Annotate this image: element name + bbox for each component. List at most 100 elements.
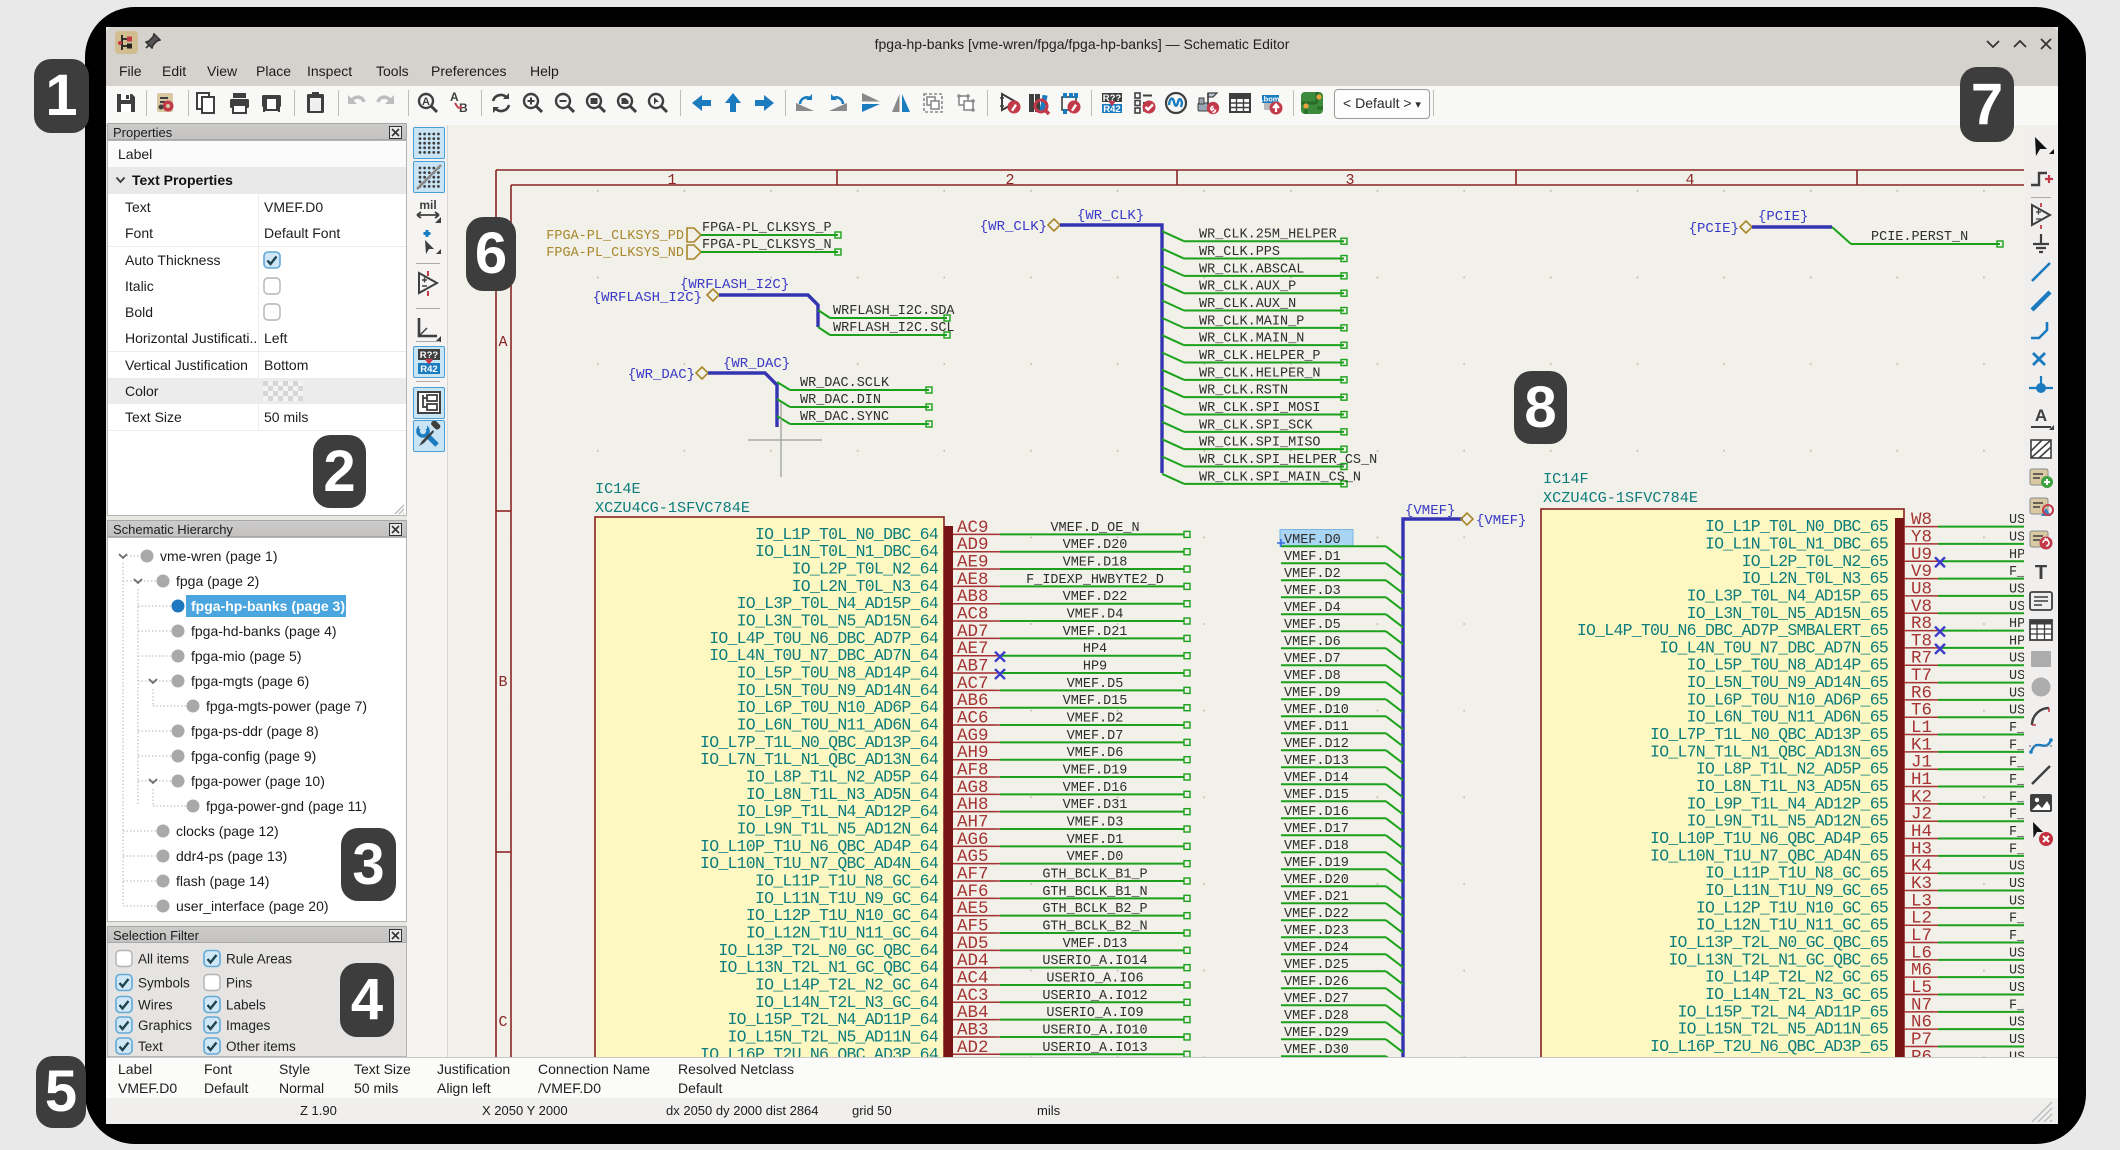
svg-text:USERIO_A.IO10: USERIO_A.IO10 [1042,1023,1147,1038]
svg-text:VMEF.D21: VMEF.D21 [1284,890,1349,905]
svg-text:F_: F_ [2009,842,2024,857]
svg-text:vme-wren (page 1): vme-wren (page 1) [160,548,278,564]
svg-text:Symbols: Symbols [138,976,190,991]
svg-text:Wires: Wires [138,998,173,1013]
svg-text:VMEF.D11: VMEF.D11 [1284,720,1349,735]
svg-text:VMEF.D5: VMEF.D5 [1067,677,1124,692]
svg-text:IO_L12P_T1U_N10_GC_64: IO_L12P_T1U_N10_GC_64 [746,906,939,925]
svg-text:All items: All items [138,952,189,967]
svg-text:Rule Areas: Rule Areas [226,952,292,967]
svg-text:1: 1 [667,172,676,189]
svg-text:{WR_CLK}: {WR_CLK} [980,219,1047,235]
svg-text:VMEF.D3: VMEF.D3 [1067,816,1124,831]
svg-text:WR_CLK.AUX_N: WR_CLK.AUX_N [1199,297,1296,312]
svg-text:US: US [2009,894,2024,909]
svg-text:IO_L11N_T1U_N9_GC_65: IO_L11N_T1U_N9_GC_65 [1705,881,1888,900]
svg-text:F_: F_ [2009,756,2024,771]
svg-text:IO_L10P_T1U_N6_QBC_AD4P_64: IO_L10P_T1U_N6_QBC_AD4P_64 [700,837,939,856]
svg-text:T: T [2035,562,2047,584]
svg-text:VMEF.D28: VMEF.D28 [1284,1009,1349,1024]
svg-text:US: US [2009,704,2024,719]
svg-text:US: US [2009,652,2024,667]
svg-text:GTH_BCLK_B2_N: GTH_BCLK_B2_N [1042,919,1147,934]
svg-text:WR_CLK.SPI_HELPER_CS_N: WR_CLK.SPI_HELPER_CS_N [1199,453,1377,468]
svg-text:IO_L4P_T0U_N6_DBC_AD7P_SMBALER: IO_L4P_T0U_N6_DBC_AD7P_SMBALERT_65 [1577,621,1888,640]
svg-text:IO_L3N_T0L_N5_AD15N_64: IO_L3N_T0L_N5_AD15N_64 [737,612,939,631]
svg-text:IO_L4P_T0U_N6_DBC_AD7P_64: IO_L4P_T0U_N6_DBC_AD7P_64 [709,629,939,648]
svg-text:WR_CLK.HELPER_P: WR_CLK.HELPER_P [1199,349,1321,364]
svg-text:VMEF.D31: VMEF.D31 [1063,798,1128,813]
svg-text:IO_L13N_T2L_N1_GC_QBC_65: IO_L13N_T2L_N1_GC_QBC_65 [1668,950,1888,969]
svg-text:HP9: HP9 [1083,660,1107,675]
svg-text:Other items: Other items [226,1039,296,1054]
svg-text:WRFLASH_I2C.SDA: WRFLASH_I2C.SDA [833,304,955,319]
svg-text:IO_L15N_T2L_N5_AD11N_65: IO_L15N_T2L_N5_AD11N_65 [1678,1020,1889,1039]
svg-text:{VMEF}: {VMEF} [1405,503,1455,519]
svg-text:IO_L6P_T0U_N10_AD6P_65: IO_L6P_T0U_N10_AD6P_65 [1687,690,1888,709]
svg-text:C: C [498,1014,507,1031]
svg-text:IO_L2P_T0L_N2_64: IO_L2P_T0L_N2_64 [792,560,939,579]
svg-text:flash (page 14): flash (page 14) [176,873,269,889]
svg-text:IO_L8N_T1L_N3_AD5N_64: IO_L8N_T1L_N3_AD5N_64 [746,785,939,804]
svg-text:VMEF.D3: VMEF.D3 [1284,584,1341,599]
svg-text:US: US [2009,1050,2024,1057]
svg-text:VMEF.D2: VMEF.D2 [1067,712,1124,727]
svg-text:clocks (page 12): clocks (page 12) [176,823,279,839]
svg-text:Text: Text [138,1039,163,1054]
svg-text:IO_L10N_T1U_N7_QBC_AD4N_64: IO_L10N_T1U_N7_QBC_AD4N_64 [700,854,939,873]
svg-text:IO_L3P_T0L_N4_AD15P_64: IO_L3P_T0L_N4_AD15P_64 [737,594,939,613]
svg-text:VMEF.D24: VMEF.D24 [1284,941,1349,956]
svg-text:R42: R42 [420,364,437,375]
svg-text:WR_CLK.25M_HELPER: WR_CLK.25M_HELPER [1199,228,1337,243]
svg-text:VMEF.D20: VMEF.D20 [1063,538,1128,553]
svg-text:IO_L13N_T2L_N1_GC_QBC_64: IO_L13N_T2L_N1_GC_QBC_64 [718,958,938,977]
svg-text:IO_L7P_T1L_N0_QBC_AD13P_65: IO_L7P_T1L_N0_QBC_AD13P_65 [1650,725,1888,744]
svg-text:IO_L9N_T1L_N5_AD12N_65: IO_L9N_T1L_N5_AD12N_65 [1687,812,1888,831]
svg-text:F_: F_ [2009,808,2024,823]
svg-text:WR_CLK.HELPER_N: WR_CLK.HELPER_N [1199,366,1321,381]
svg-text:VMEF.D30: VMEF.D30 [1284,1043,1349,1057]
svg-text:WR_CLK.RSTN: WR_CLK.RSTN [1199,384,1288,399]
svg-text:IC14F: IC14F [1543,470,1589,488]
svg-text:VMEF.D6: VMEF.D6 [1284,635,1341,650]
svg-text:VMEF.D17: VMEF.D17 [1284,822,1349,837]
svg-text:F_: F_ [2009,738,2024,753]
svg-text:IO_L14P_T2L_N2_GC_64: IO_L14P_T2L_N2_GC_64 [755,975,939,994]
svg-text:FPGA-PL_CLKSYS_ND: FPGA-PL_CLKSYS_ND [546,246,684,261]
svg-text:GTH_BCLK_B1_P: GTH_BCLK_B1_P [1042,868,1147,883]
svg-text:IO_L1N_T0L_N1_DBC_64: IO_L1N_T0L_N1_DBC_64 [755,542,939,561]
svg-text:US: US [2009,877,2024,892]
svg-text:US: US [2009,1016,2024,1031]
svg-text:IO_L3P_T0L_N4_AD15P_65: IO_L3P_T0L_N4_AD15P_65 [1687,586,1888,605]
svg-text:VMEF.D6: VMEF.D6 [1067,746,1124,761]
svg-text:F_: F_ [2009,912,2024,927]
svg-text:GTH_BCLK_B2_P: GTH_BCLK_B2_P [1042,902,1147,917]
svg-text:Pins: Pins [226,976,253,991]
svg-text:F_IDEXP_HWBYTE2_D: F_IDEXP_HWBYTE2_D [1026,573,1164,588]
svg-text:F_: F_ [2009,929,2024,944]
svg-text:WR_DAC.SYNC: WR_DAC.SYNC [800,410,889,425]
svg-text:GTH_BCLK_B1_N: GTH_BCLK_B1_N [1042,885,1147,900]
svg-text:US: US [2009,860,2024,875]
svg-text:WR_CLK.AUX_P: WR_CLK.AUX_P [1199,280,1296,295]
svg-text:IC14E: IC14E [595,480,641,498]
svg-text:WR_DAC.SCLK: WR_DAC.SCLK [800,376,890,391]
svg-text:IO_L7N_T1L_N1_QBC_AD13N_64: IO_L7N_T1L_N1_QBC_AD13N_64 [700,750,939,769]
svg-text:IO_L5P_T0U_N8_AD14P_64: IO_L5P_T0U_N8_AD14P_64 [737,664,939,683]
svg-text:US: US [2009,669,2024,684]
svg-text:XCZU4CG-1SFVC784E: XCZU4CG-1SFVC784E [1543,489,1698,507]
svg-text:F_: F_ [2009,565,2024,580]
svg-text:IO_L9P_T1L_N4_AD12P_65: IO_L9P_T1L_N4_AD12P_65 [1687,794,1888,813]
svg-text:mil: mil [419,198,436,212]
svg-text:VMEF.D23: VMEF.D23 [1284,924,1349,939]
svg-text:F_: F_ [2009,825,2024,840]
svg-text:IO_L2P_T0L_N2_65: IO_L2P_T0L_N2_65 [1742,552,1888,571]
svg-text:VMEF.D20: VMEF.D20 [1284,873,1349,888]
svg-text:VMEF.D7: VMEF.D7 [1067,729,1124,744]
svg-text:VMEF.D26: VMEF.D26 [1284,975,1349,990]
svg-text:VMEF.D18: VMEF.D18 [1063,556,1128,571]
svg-text:FPGA-PL_CLKSYS_PD: FPGA-PL_CLKSYS_PD [546,229,684,244]
svg-text:US: US [2009,1033,2024,1048]
svg-text:US: US [2009,530,2024,545]
svg-text:HP: HP [2009,548,2024,563]
